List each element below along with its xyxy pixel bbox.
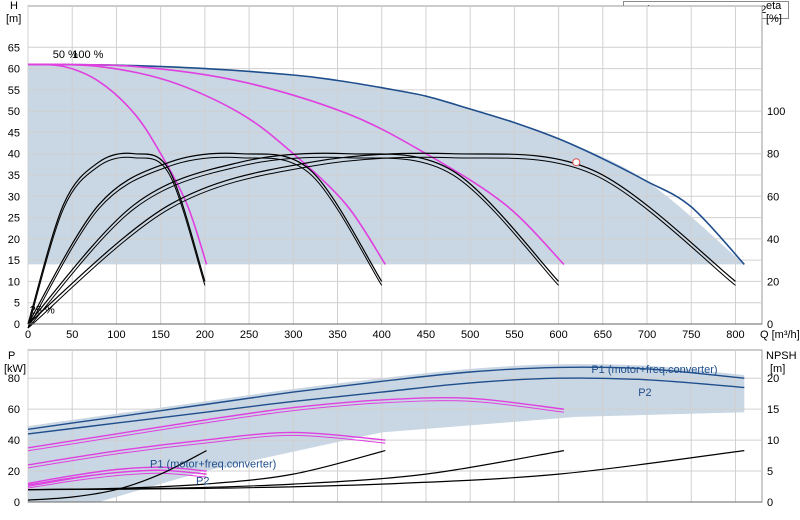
y-tick-label: 5 (14, 298, 20, 310)
curve-label: P2 (638, 387, 651, 399)
x-tick-label: 100 (107, 329, 125, 341)
x-tick-label: 0 (25, 329, 31, 341)
speed-annotation: 100 % (72, 49, 103, 61)
y-tick-label: 30 (8, 191, 20, 203)
y2-axis-unit: [m] (770, 363, 785, 375)
y2-tick-label: 40 (767, 234, 779, 246)
x-tick-label: 150 (151, 329, 169, 341)
x-tick-label: 700 (638, 329, 656, 341)
y-tick-label: 40 (8, 435, 20, 447)
power-npsh-plot: 0 20 40 60 80 0 5 10 15 20 P[kW] NPSH[m] P1 (motor+f… (4, 349, 797, 509)
pump-performance-chart: 0 50 100 150 200 250 300 350 400 450 500 550 600 650 7… (4, 0, 800, 509)
x-tick-label: 750 (682, 329, 700, 341)
y2-tick-label: 80 (767, 149, 779, 161)
curve-label: P1 (motor+freq.converter) (591, 364, 717, 376)
y-tick-label: 65 (8, 42, 20, 54)
y-tick-label: 10 (8, 276, 20, 288)
x-tick-label: 650 (594, 329, 612, 341)
y2-axis-label: NPSH (766, 350, 797, 362)
y-tick-label: 40 (8, 149, 20, 161)
y2-tick-label: 15 (767, 404, 779, 416)
y-axis-label: P (8, 350, 15, 362)
y2-tick-label: 60 (767, 191, 779, 203)
y2-axis-label: eta (766, 0, 782, 12)
y-axis-unit: [m] (6, 13, 21, 25)
y-tick-label: 55 (8, 85, 20, 97)
y2-tick-label: 10 (767, 435, 779, 447)
y2-tick-label: 100 (767, 106, 785, 118)
x-tick-label: 600 (549, 329, 567, 341)
y-tick-label: 60 (8, 404, 20, 416)
y-tick-label: 25 (8, 213, 20, 225)
y-tick-label: 0 (14, 319, 20, 331)
x-tick-label: 500 (461, 329, 479, 341)
duty-point-marker (572, 158, 581, 167)
y-tick-label: 35 (8, 170, 20, 182)
x-tick-label: 400 (373, 329, 391, 341)
y2-tick-label: 20 (767, 276, 779, 288)
x-tick-label: 450 (417, 329, 435, 341)
x-tick-label: 50 (66, 329, 78, 341)
x-tick-label: 350 (328, 329, 346, 341)
y-axis-label: H (10, 0, 18, 12)
y2-tick-label: 20 (767, 373, 779, 385)
x-tick-label: 300 (284, 329, 302, 341)
y-tick-label: 50 (8, 106, 20, 118)
head-efficiency-plot: 0 50 100 150 200 250 300 350 400 450 500 550 600 650 7… (6, 0, 800, 341)
y-tick-label: 0 (14, 497, 20, 509)
y-tick-label: 15 (8, 255, 20, 267)
y2-tick-label: 5 (767, 466, 773, 478)
y-tick-label: 20 (8, 466, 20, 478)
speed-annotation: 25 % (30, 304, 55, 316)
y2-tick-label: 0 (767, 497, 773, 509)
y-tick-label: 60 (8, 64, 20, 76)
x-tick-label: 200 (196, 329, 214, 341)
x-tick-label: 800 (726, 329, 744, 341)
x-tick-label: 550 (505, 329, 523, 341)
x-tick-label: 250 (240, 329, 258, 341)
y2-axis-unit: [%] (766, 13, 782, 25)
x-axis-label: Q [m³/h] (760, 329, 800, 341)
y-tick-label: 80 (8, 373, 20, 385)
y-tick-label: 45 (8, 127, 20, 139)
y-axis-unit: [kW] (4, 363, 26, 375)
y-tick-label: 20 (8, 234, 20, 246)
curve-label: P1 (motor+freq.converter) (150, 458, 276, 470)
curve-label: P2 (196, 475, 209, 487)
